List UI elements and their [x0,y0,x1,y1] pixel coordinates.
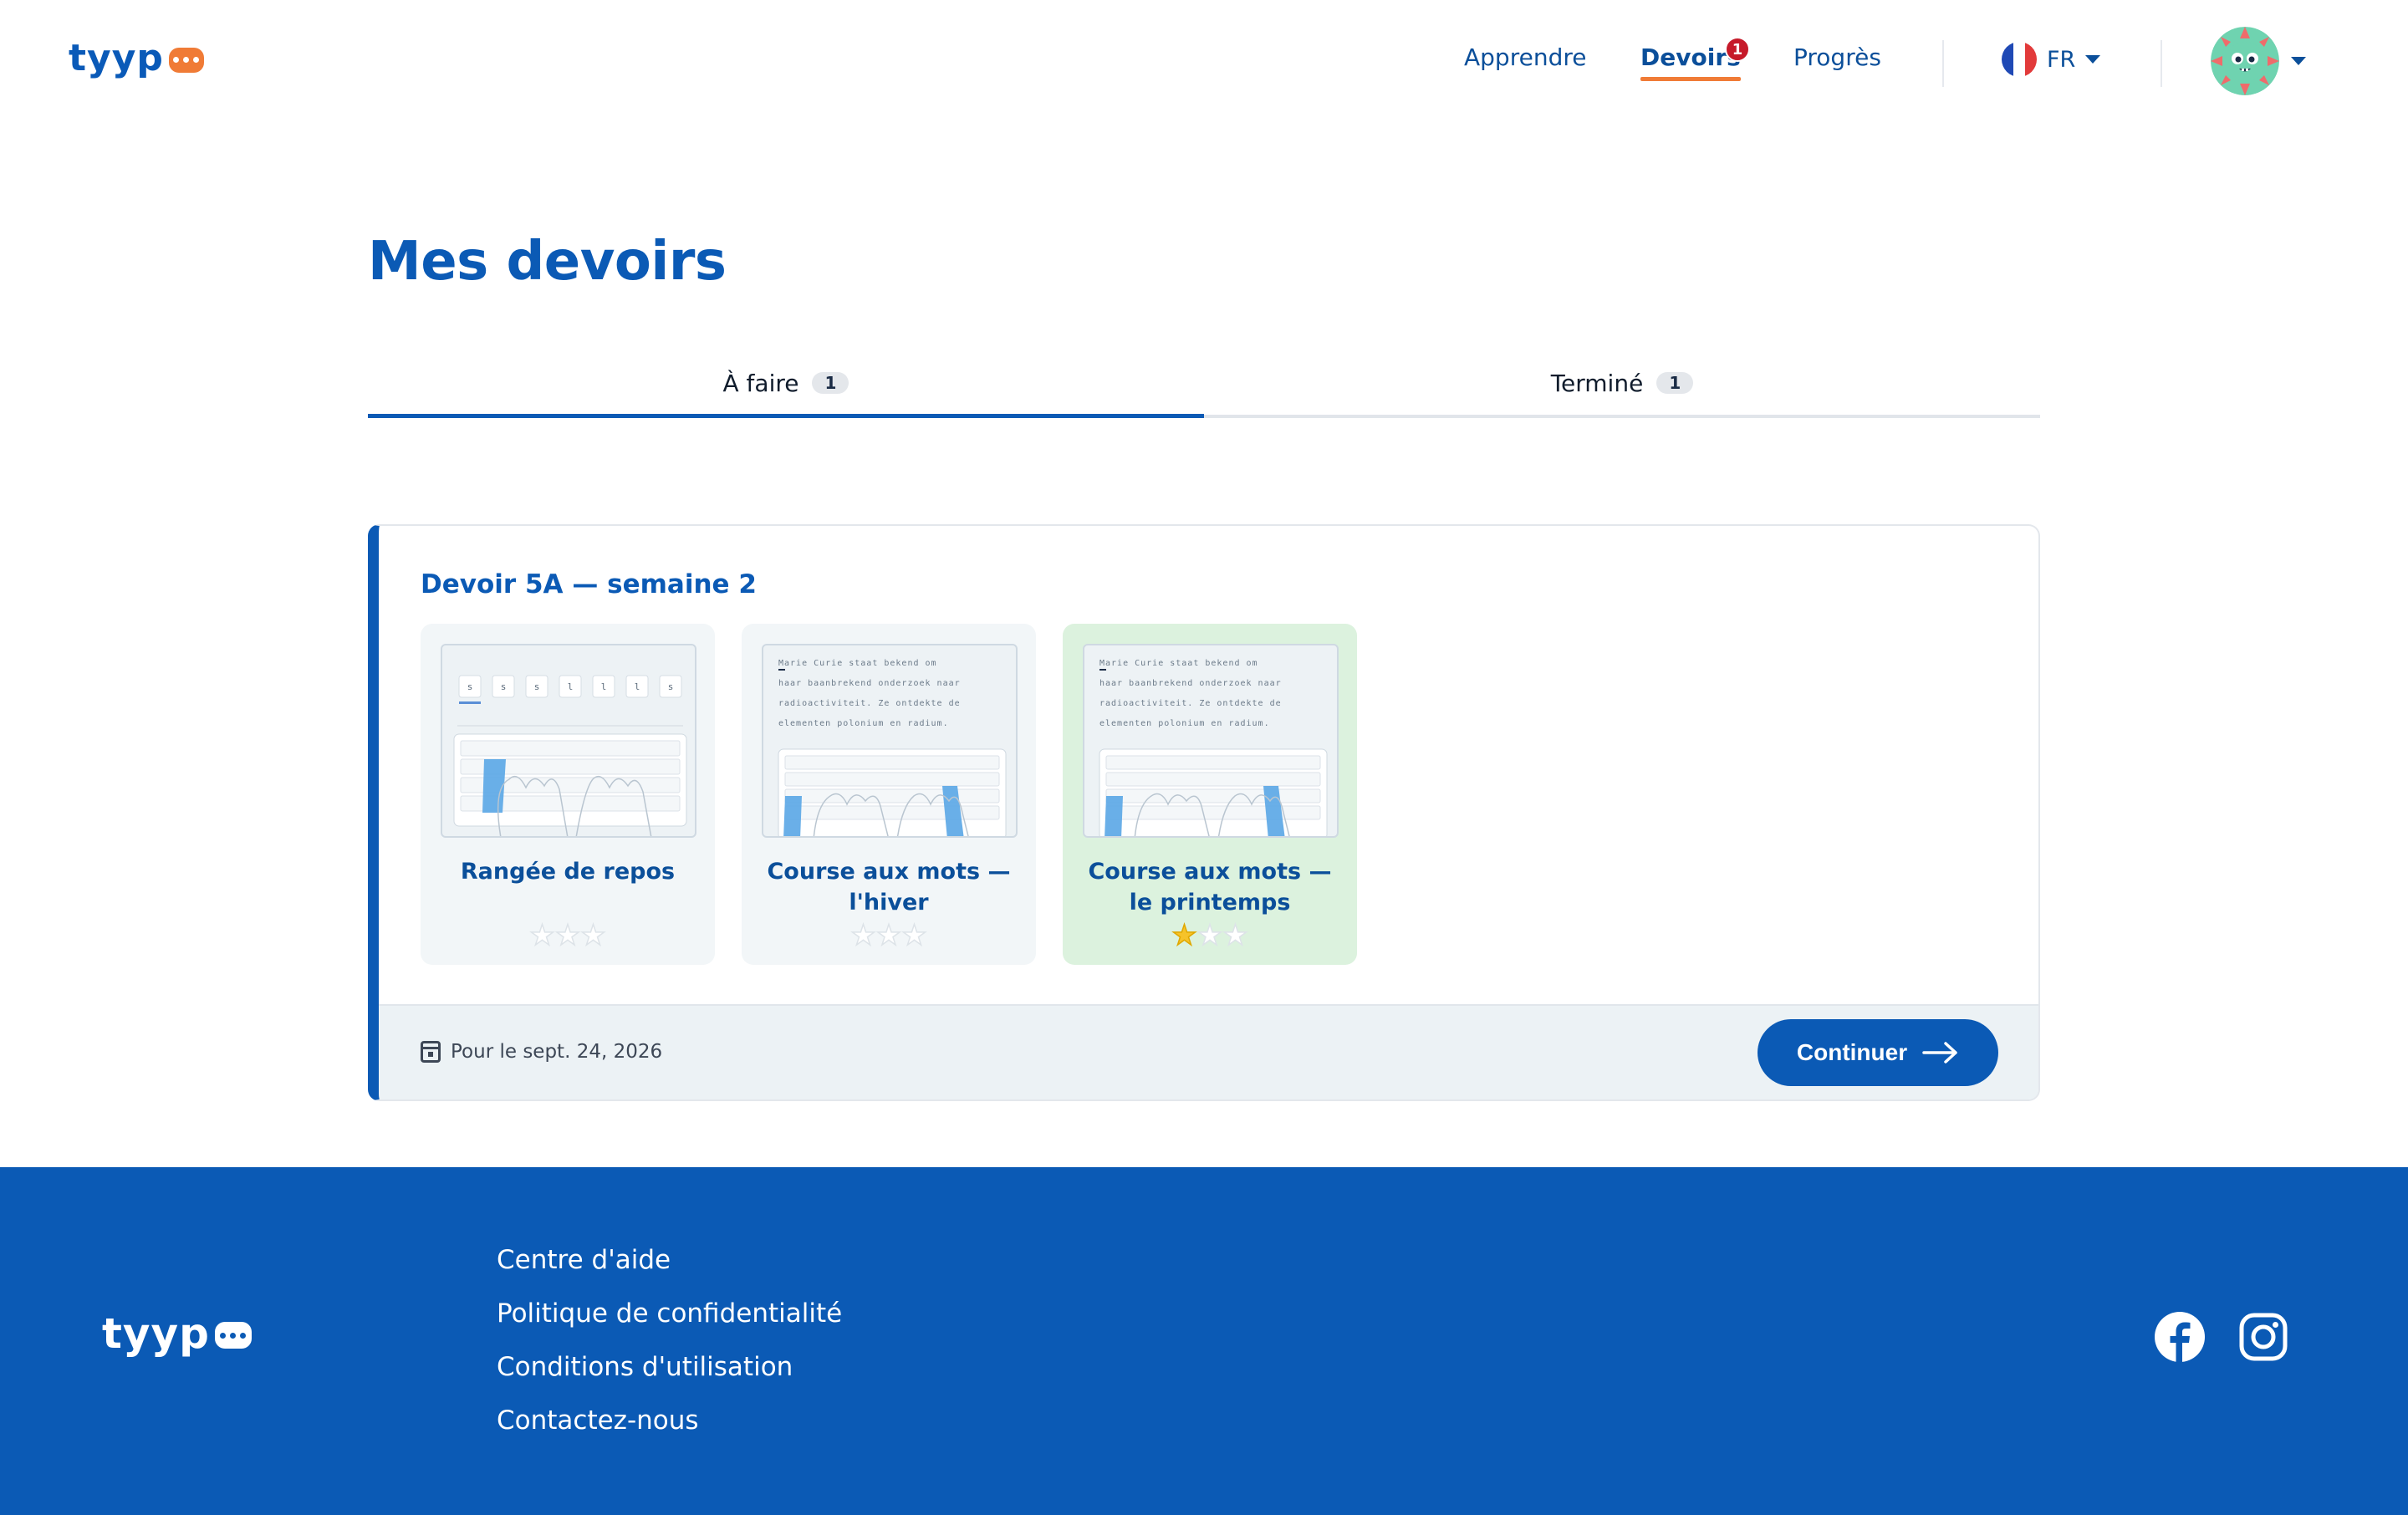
star-rating: ★ ★ ★ [1063,919,1357,952]
keyboard-text-preview: Marie Curie staat bekend om haar baanbre… [762,644,1018,838]
thumb-letter: s [668,681,674,692]
language-code: FR [2047,46,2076,73]
thumb-letter: l [635,681,640,692]
homework-notification-badge: 1 [1725,37,1750,62]
star-empty-icon: ★ [1196,919,1223,952]
facebook-icon[interactable] [2154,1311,2206,1363]
star-empty-icon: ★ [900,919,927,952]
chat-bubble-icon [168,47,204,73]
continue-button[interactable]: Continuer [1758,1019,1998,1086]
calendar-icon [421,1041,441,1063]
arrow-right-icon [1922,1042,1957,1064]
star-empty-icon: ★ [875,919,902,952]
logo-wordmark: tyyp [69,37,164,79]
thumb-text-line: haar baanbrekend onderzoek naar [1099,679,1282,688]
continue-label: Continuer [1796,1039,1908,1065]
tab-count-badge: 1 [1656,372,1694,394]
thumb-letter: s [501,681,507,692]
thumb-letter: l [601,681,607,692]
thumb-text-line: radioactiviteit. Ze ontdekte de [1099,699,1282,708]
chevron-down-icon [2085,55,2101,64]
lesson-title: Rangée de repos [460,859,676,885]
thumb-letter: l [568,681,574,692]
footer-link-contact[interactable]: Contactez-nous [497,1405,842,1436]
logo-wordmark: tyyp [102,1309,210,1358]
star-rating: ★ ★ ★ [742,919,1036,952]
star-empty-icon: ★ [850,919,877,952]
due-date-text: Pour le sept. 24, 2026 [451,1041,663,1063]
thumb-letter: s [467,681,473,692]
footer-link-help[interactable]: Centre d'aide [497,1244,842,1276]
thumb-letter: s [534,681,540,692]
tyyp-logo[interactable]: tyyp [69,37,204,79]
avatar-monster-icon [2211,27,2279,95]
thumb-text-line: elementen polonium en radium. [1099,719,1270,728]
tab-label: À faire [722,369,799,397]
user-menu[interactable] [2211,27,2306,95]
lesson-card[interactable]: Marie Curie staat bekend om haar baanbre… [742,624,1036,965]
keyboard-text-preview: Marie Curie staat bekend om haar baanbre… [1083,644,1339,838]
page-title: Mes devoirs [368,231,727,293]
star-empty-icon: ★ [554,919,581,952]
lesson-card[interactable]: Marie Curie staat bekend om haar baanbre… [1063,624,1357,965]
star-rating: ★ ★ ★ [421,919,715,952]
homework-tabs: À faire 1 Terminé 1 [368,351,2040,418]
footer-links: Centre d'aide Politique de confidentiali… [497,1244,842,1458]
assignment-footer: Pour le sept. 24, 2026 Continuer [379,1004,2038,1099]
chevron-down-icon [2291,57,2306,65]
star-empty-icon: ★ [529,919,556,952]
nav-divider [2161,40,2162,87]
chat-bubble-icon [214,1322,252,1349]
nav-divider [1942,40,1944,87]
nav-progress[interactable]: Progrès [1793,43,1881,71]
france-flag-icon [2002,42,2037,77]
assignment-title: Devoir 5A — semaine 2 [421,569,757,599]
due-date: Pour le sept. 24, 2026 [421,1041,662,1063]
thumb-text-line: Marie Curie staat bekend om [1099,659,1258,668]
tab-label: Terminé [1550,369,1644,397]
instagram-icon[interactable] [2237,1311,2289,1363]
star-empty-icon: ★ [579,919,606,952]
star-filled-icon: ★ [1171,919,1198,952]
tab-count-badge: 1 [812,372,849,394]
thumb-text-line: radioactiviteit. Ze ontdekte de [778,699,961,708]
tyyp-logo[interactable]: tyyp [102,1309,252,1358]
top-header: tyyp Apprendre Devoirs 1 Progrès FR [0,0,2408,122]
star-empty-icon: ★ [1222,919,1248,952]
lesson-card[interactable]: s s s l l l s Rangée de repos ★ ★ ★ [421,624,715,965]
keyboard-letters-preview: s s s l l l s [441,644,696,838]
lesson-title: Course aux mots — le printemps [1088,859,1332,916]
footer-link-privacy[interactable]: Politique de confidentialité [497,1298,842,1329]
tab-done[interactable]: Terminé 1 [1204,351,2040,415]
thumb-text-line: Marie Curie staat bekend om [778,659,937,668]
thumb-text-line: haar baanbrekend onderzoek naar [778,679,961,688]
tab-todo[interactable]: À faire 1 [368,351,1204,418]
footer-link-terms[interactable]: Conditions d'utilisation [497,1351,842,1383]
thumb-text-line: elementen polonium en radium. [778,719,949,728]
lesson-title: Course aux mots — l'hiver [767,859,1011,916]
assignment-card: Devoir 5A — semaine 2 s s s l l l s Rang… [368,524,2040,1101]
language-selector[interactable]: FR [2002,42,2101,77]
site-footer: tyyp Centre d'aide Politique de confiden… [0,1167,2408,1515]
nav-learn[interactable]: Apprendre [1464,43,1586,71]
